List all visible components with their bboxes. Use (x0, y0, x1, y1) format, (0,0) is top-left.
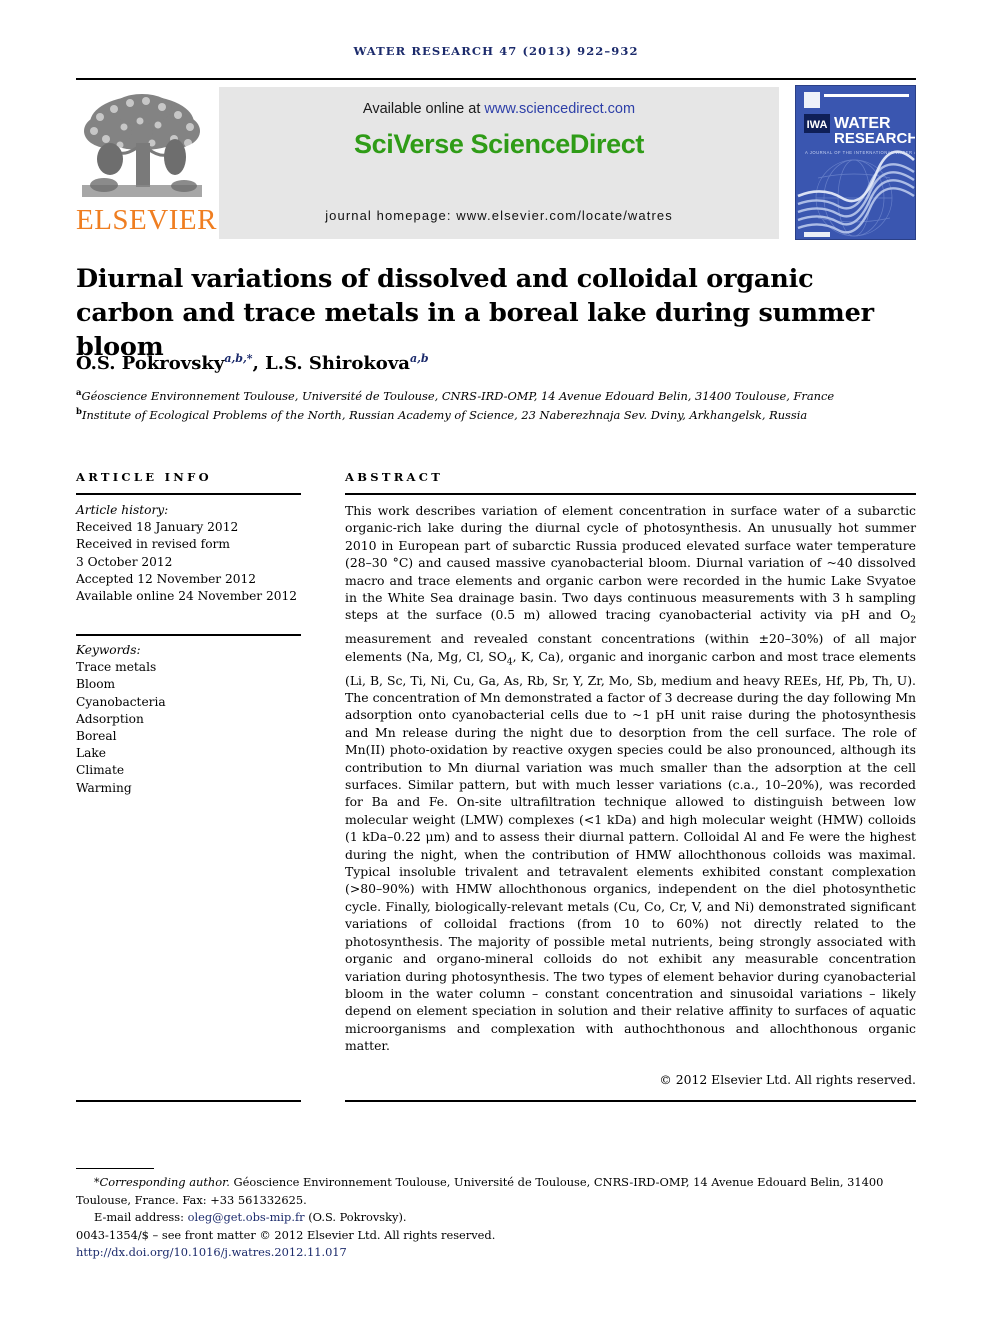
keyword-list: Keywords: Trace metals Bloom Cyanobacter… (76, 642, 311, 797)
article-history-label: Article history: (76, 503, 169, 517)
article-history: Article history: Received 18 January 201… (76, 502, 311, 605)
sciencedirect-url-link[interactable]: www.sciencedirect.com (484, 101, 635, 117)
journal-article-first-page: WATER RESEARCH 47 (2013) 922–932 ELSEVIE… (0, 0, 992, 1323)
abstract-part: , K, Ca), organic and inorganic carbon a… (345, 648, 916, 1054)
elsevier-tree-icon (80, 87, 204, 205)
journal-cover-image: IWA WATER RESEARCH A JOURNAL OF THE INTE… (795, 85, 916, 240)
abstract-text: This work describes variation of element… (345, 502, 916, 1055)
author-separator: , (252, 353, 266, 374)
keyword-item: Lake (76, 746, 106, 761)
elsevier-logo: ELSEVIER (76, 85, 217, 240)
article-history-item: Received 18 January 2012 (76, 520, 239, 535)
author-affiliation-marks: a,b (409, 352, 429, 365)
footnote-rule (76, 1168, 154, 1170)
info-rule-bottom (76, 1100, 301, 1103)
affiliation-text: Institute of Ecological Problems of the … (81, 408, 808, 423)
available-online-line: Available online at www.sciencedirect.co… (219, 101, 779, 117)
email-owner: (O.S. Pokrovsky). (304, 1210, 407, 1225)
sciencedirect-banner: Available online at www.sciencedirect.co… (219, 87, 779, 239)
keyword-item: Cyanobacteria (76, 694, 166, 709)
email-note: E-mail address: oleg@get.obs-mip.fr (O.S… (76, 1209, 921, 1227)
abstract-copyright: © 2012 Elsevier Ltd. All rights reserved… (659, 1072, 916, 1087)
keyword-item: Adsorption (76, 711, 144, 726)
email-label: E-mail address: (94, 1210, 188, 1225)
elsevier-wordmark: ELSEVIER (76, 204, 217, 236)
article-history-item: Available online 24 November 2012 (76, 589, 297, 604)
article-history-item: Accepted 12 November 2012 (76, 571, 257, 586)
running-head: WATER RESEARCH 47 (2013) 922–932 (353, 44, 639, 58)
keyword-item: Boreal (76, 729, 117, 744)
article-history-item: 3 October 2012 (76, 554, 173, 569)
affiliation-list: aGéoscience Environnement Toulouse, Univ… (76, 385, 936, 424)
header-rule (76, 78, 916, 80)
abstract-rule-top (345, 493, 916, 495)
article-title: Diurnal variations of dissolved and coll… (76, 264, 874, 362)
email-link[interactable]: oleg@get.obs-mip.fr (188, 1210, 305, 1224)
author-name: L.S. Shirokova (265, 353, 410, 374)
abstract-rule-bottom (345, 1100, 916, 1103)
author-affiliation-marks: a,b,* (224, 352, 253, 365)
article-info-heading: ARTICLE INFO (76, 470, 212, 484)
author-name: O.S. Pokrovsky (76, 353, 225, 374)
available-online-text: Available online at (362, 101, 485, 117)
svg-text:IWA: IWA (807, 119, 828, 131)
doi-link[interactable]: http://dx.doi.org/10.1016/j.watres.2012.… (76, 1244, 921, 1262)
svg-text:RESEARCH: RESEARCH (834, 130, 916, 147)
abstract-heading: ABSTRACT (345, 470, 444, 484)
corresponding-author-note: *Corresponding author. Géoscience Enviro… (76, 1174, 921, 1209)
keyword-item: Bloom (76, 677, 116, 692)
affiliation-item: aGéoscience Environnement Toulouse, Univ… (76, 385, 936, 404)
keywords-label: Keywords: (76, 643, 141, 657)
abstract-part: This work describes variation of element… (345, 503, 916, 623)
issn-front-matter-line: 0043-1354/$ – see front matter © 2012 El… (76, 1227, 496, 1242)
info-rule-top (76, 493, 301, 495)
affiliation-item: bInstitute of Ecological Problems of the… (76, 404, 936, 423)
corresponding-author-label: Corresponding author. (99, 1175, 230, 1189)
keyword-item: Trace metals (76, 660, 157, 675)
info-rule-middle (76, 634, 301, 636)
footnote-block: *Corresponding author. Géoscience Enviro… (76, 1174, 921, 1262)
keyword-item: Climate (76, 763, 125, 778)
article-history-item: Received in revised form (76, 537, 230, 552)
author-list: O.S. Pokrovskya,b,*, L.S. Shirokovaa,b (76, 352, 916, 374)
masthead: ELSEVIER Available online at www.science… (76, 85, 916, 240)
abstract-subscript: 2 (910, 615, 916, 626)
affiliation-text: Géoscience Environnement Toulouse, Unive… (81, 388, 835, 403)
keyword-item: Warming (76, 780, 132, 795)
journal-homepage-line[interactable]: journal homepage: www.elsevier.com/locat… (219, 208, 779, 223)
sciverse-sciencedirect-logo: SciVerse ScienceDirect (354, 129, 644, 159)
